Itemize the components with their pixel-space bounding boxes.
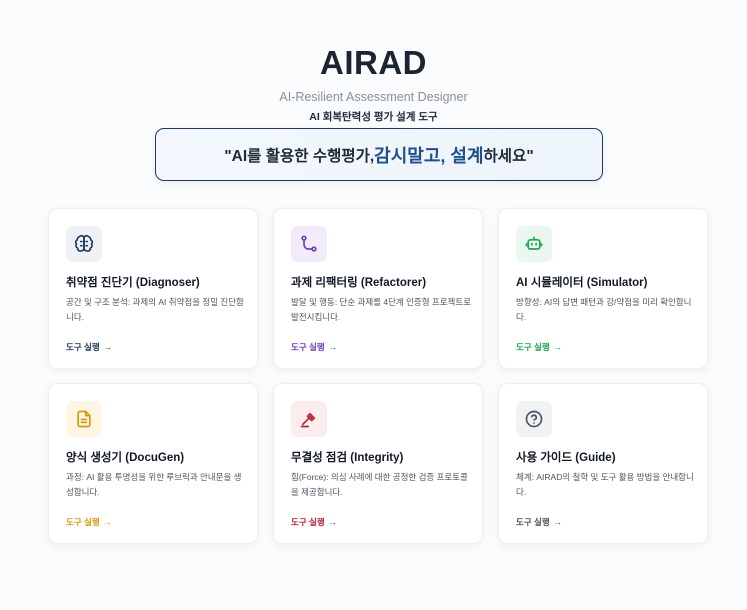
brain-icon — [66, 226, 102, 262]
app-title: AIRAD — [320, 44, 427, 81]
robot-icon — [516, 226, 552, 262]
tool-card-guide[interactable]: 사용 가이드 (Guide) 체계: AIRAD의 철학 및 도구 활용 방법을… — [498, 383, 708, 544]
run-tool-label: 도구 실행 — [516, 342, 550, 352]
tool-card-docugen[interactable]: 양식 생성기 (DocuGen) 과정: AI 활용 투명성을 위한 루브릭과 … — [48, 383, 258, 544]
app-subtitle-korean: AI 회복탄력성 평가 설계 도구 — [309, 111, 438, 123]
arrow-right-icon: → — [103, 517, 113, 527]
help-circle-icon — [516, 401, 552, 437]
arrow-right-icon: → — [328, 517, 338, 527]
tool-card-integrity[interactable]: 무결성 점검 (Integrity) 힘(Force): 의심 사례에 대한 공… — [273, 383, 483, 544]
slogan-prefix: "AI를 활용한 수행평가, — [224, 147, 375, 165]
run-tool-link[interactable]: 도구 실행 → — [66, 516, 112, 528]
run-tool-link[interactable]: 도구 실행 → — [291, 341, 337, 353]
card-title: AI 시뮬레이터 (Simulator) — [516, 277, 648, 289]
app-subtitle: AI-Resilient Assessment Designer — [279, 90, 468, 104]
card-title: 과제 리팩터링 (Refactorer) — [291, 277, 427, 289]
arrow-right-icon: → — [553, 517, 563, 527]
card-title: 사용 가이드 (Guide) — [516, 452, 616, 464]
run-tool-label: 도구 실행 — [291, 342, 325, 352]
run-tool-link[interactable]: 도구 실행 → — [516, 516, 562, 528]
slogan-highlight: 감시말고, 설계 — [374, 145, 484, 166]
run-tool-link[interactable]: 도구 실행 → — [66, 341, 112, 353]
run-tool-link[interactable]: 도구 실행 → — [291, 516, 337, 528]
card-title: 양식 생성기 (DocuGen) — [66, 452, 185, 464]
git-branch-icon — [291, 226, 327, 262]
run-tool-label: 도구 실행 — [66, 342, 100, 352]
arrow-right-icon: → — [328, 342, 338, 352]
header: AIRAD AI-Resilient Assessment Designer A… — [0, 0, 747, 124]
run-tool-label: 도구 실행 — [291, 517, 325, 527]
run-tool-label: 도구 실행 — [516, 517, 550, 527]
run-tool-label: 도구 실행 — [66, 517, 100, 527]
document-icon — [66, 401, 102, 437]
card-description: 공간 및 구조 분석: 과제의 AI 취약점을 정밀 진단합니다. — [66, 297, 244, 322]
tool-card-simulator[interactable]: AI 시뮬레이터 (Simulator) 방향성: AI의 답변 패턴과 강/약… — [498, 208, 708, 369]
card-description: 과정: AI 활용 투명성을 위한 루브릭과 안내문을 생성합니다. — [66, 472, 242, 497]
slogan-suffix: 하세요" — [483, 147, 534, 165]
tool-card-refactorer[interactable]: 과제 리팩터링 (Refactorer) 발달 및 행동: 단순 과제를 4단계… — [273, 208, 483, 369]
card-description: 발달 및 행동: 단순 과제를 4단계 인증형 프로젝트로 발전시킵니다. — [291, 297, 472, 322]
gavel-icon — [291, 401, 327, 437]
arrow-right-icon: → — [103, 342, 113, 352]
card-title: 무결성 점검 (Integrity) — [291, 452, 404, 464]
card-description: 힘(Force): 의심 사례에 대한 공정한 검증 프로토콜을 제공합니다. — [291, 472, 468, 497]
card-title: 취약점 진단기 (Diagnoser) — [66, 277, 200, 289]
slogan-banner: "AI를 활용한 수행평가, 감시말고, 설계 하세요" — [155, 128, 603, 181]
card-description: 방향성: AI의 답변 패턴과 강/약점을 미리 확인합니다. — [516, 297, 692, 322]
arrow-right-icon: → — [553, 342, 563, 352]
card-description: 체계: AIRAD의 철학 및 도구 활용 방법을 안내합니다. — [516, 472, 694, 497]
run-tool-link[interactable]: 도구 실행 → — [516, 341, 562, 353]
tool-card-diagnoser[interactable]: 취약점 진단기 (Diagnoser) 공간 및 구조 분석: 과제의 AI 취… — [48, 208, 258, 369]
